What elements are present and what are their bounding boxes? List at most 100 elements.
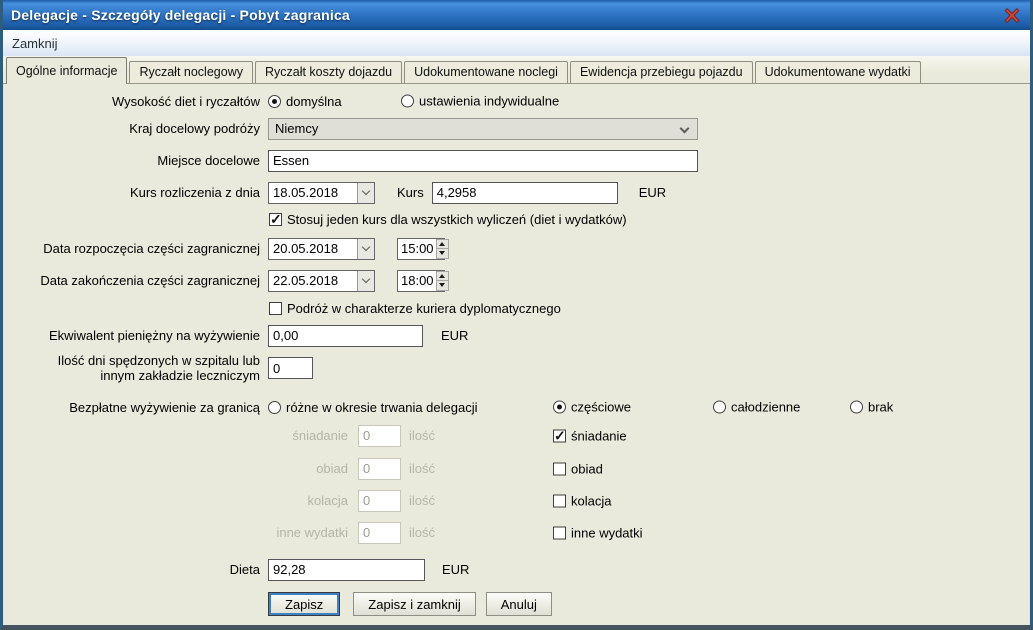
country-select[interactable]: Niemcy [268,118,698,140]
save-button[interactable]: Zapisz [268,592,340,616]
row-single-rate: Stosuj jeden kurs dla wszystkich wylicze… [3,211,1030,227]
dieta-currency-label: EUR [442,562,469,577]
title-bar: Delegacje - Szczegóły delegacji - Pobyt … [0,0,1033,30]
tab-ryczalt-koszty-dojazdu[interactable]: Ryczałt koszty dojazdu [255,61,402,83]
radio-default[interactable]: domyślna [268,94,342,109]
lunch-qty-input [358,458,401,480]
destination-label: Miejsce docelowe [3,153,260,168]
dinner-qty-input [358,490,401,512]
row-lunch-qty: obiad ilość obiad [3,457,1030,480]
radio-partial[interactable]: częściowe [553,400,631,415]
row-end-date: Data zakończenia części zagranicznej 22.… [3,269,1030,292]
row-start-date: Data rozpoczęcia części zagranicznej 20.… [3,237,1030,260]
free-meals-label: Bezpłatne wyżywienie za granicą [3,400,260,415]
end-date-dropdown[interactable]: 22.05.2018 [268,270,375,292]
exchange-date-dropdown[interactable]: 18.05.2018 [268,182,375,204]
chevron-down-icon [362,243,370,251]
breakfast-qty-suffix: ilość [409,428,435,443]
exchange-label: Kurs rozliczenia z dnia [3,185,260,200]
rate-label: Kurs [397,185,424,200]
exchange-currency-label: EUR [639,185,666,200]
dinner-qty-suffix: ilość [409,493,435,508]
hospital-days-input[interactable] [268,357,313,379]
dialog-window: Delegacje - Szczegóły delegacji - Pobyt … [0,0,1033,630]
start-date-label: Data rozpoczęcia części zagranicznej [3,241,260,256]
tab-udokumentowane-noclegi[interactable]: Udokumentowane noclegi [404,61,568,83]
hospital-days-label: Ilość dni spędzonych w szpitalu lub inny… [3,353,260,383]
row-exchange: Kurs rozliczenia z dnia 18.05.2018 Kurs … [3,181,1030,204]
end-time-spinner[interactable]: 18:00 [397,270,445,292]
radio-none[interactable]: brak [850,400,893,415]
radio-individual[interactable]: ustawienia indywidualne [401,94,559,109]
radio-fullday-label: całodzienne [731,400,800,415]
breakfast-checkbox-label: śniadanie [571,428,627,443]
triangle-down-icon [439,251,445,255]
end-date-dropdown-button[interactable] [357,271,374,291]
row-breakfast-qty: śniadanie ilość śniadanie [3,424,1030,447]
close-button[interactable] [1002,6,1021,24]
other-qty-input [358,522,401,544]
radio-partial-label: częściowe [571,400,631,415]
spin-up-button[interactable] [436,271,449,282]
start-time-spinner[interactable]: 15:00 [397,238,445,260]
spin-down-button[interactable] [436,281,449,291]
courier-label: Podróż w charakterze kuriera dyplomatycz… [287,301,561,316]
radio-none-label: brak [868,400,893,415]
other-checkbox-icon [553,526,566,539]
triangle-down-icon [439,283,445,287]
radio-varied[interactable]: różne w okresie trwania delegacji [268,400,477,415]
other-checkbox-label: inne wydatki [571,525,643,540]
cancel-button[interactable]: Anuluj [486,592,552,616]
other-qty-label: inne wydatki [3,525,348,540]
spin-up-button[interactable] [436,239,449,250]
row-free-meals: Bezpłatne wyżywienie za granicą różne w … [3,399,1030,415]
lunch-checkbox-label: obiad [571,461,603,476]
row-country: Kraj docelowy podróży Niemcy [3,117,1030,140]
lunch-checkbox[interactable]: obiad [553,461,603,476]
lunch-checkbox-icon [553,462,566,475]
dinner-checkbox[interactable]: kolacja [553,493,611,508]
row-dinner-qty: kolacja ilość kolacja [3,489,1030,512]
tab-ogolne-informacje[interactable]: Ogólne informacje [6,57,127,84]
start-date-dropdown[interactable]: 20.05.2018 [268,238,375,260]
tab-ewidencja-przebiegu-pojazdu[interactable]: Ewidencja przebiegu pojazdu [570,61,753,83]
dieta-input[interactable] [268,559,425,581]
destination-input[interactable] [268,150,698,172]
menu-item-zamknij[interactable]: Zamknij [3,36,67,51]
single-rate-label: Stosuj jeden kurs dla wszystkich wylicze… [287,212,627,227]
radio-fullday[interactable]: całodzienne [713,400,800,415]
chevron-down-icon [362,275,370,283]
radio-partial-icon [553,401,566,414]
dinner-checkbox-icon [553,494,566,507]
lunch-qty-label: obiad [3,461,348,476]
single-rate-checkbox[interactable]: Stosuj jeden kurs dla wszystkich wylicze… [269,212,627,227]
tab-ryczalt-noclegowy[interactable]: Ryczałt noclegowy [129,61,253,83]
tab-strip: Ogólne informacje Ryczałt noclegowy Rycz… [3,56,1030,84]
dieta-label: Dieta [3,562,260,577]
radio-none-icon [850,401,863,414]
save-and-close-button[interactable]: Zapisz i zamknij [353,592,475,616]
radio-default-label: domyślna [286,94,342,109]
spin-down-button[interactable] [436,249,449,259]
country-label: Kraj docelowy podróży [3,121,260,136]
food-equivalent-input[interactable] [268,325,423,347]
exchange-date-dropdown-button[interactable] [357,183,374,203]
row-courier: Podróż w charakterze kuriera dyplomatycz… [3,300,1030,316]
lunch-qty-suffix: ilość [409,461,435,476]
radio-individual-icon [401,95,414,108]
start-date-dropdown-button[interactable] [357,239,374,259]
rate-input[interactable] [432,182,618,204]
breakfast-checkbox[interactable]: śniadanie [553,428,627,443]
row-food-equivalent: Ekwiwalent pieniężny na wyżywienie EUR [3,324,1030,347]
triangle-up-icon [439,274,445,278]
end-date-label: Data zakończenia części zagranicznej [3,273,260,288]
menu-bar: Zamknij [3,30,1030,56]
other-checkbox[interactable]: inne wydatki [553,525,643,540]
end-time-spin-buttons [436,271,449,291]
row-hospital-days: Ilość dni spędzonych w szpitalu lub inny… [3,351,1030,385]
radio-varied-label: różne w okresie trwania delegacji [286,400,477,415]
breakfast-qty-label: śniadanie [3,428,348,443]
courier-checkbox[interactable]: Podróż w charakterze kuriera dyplomatycz… [269,301,561,316]
tab-udokumentowane-wydatki[interactable]: Udokumentowane wydatki [755,61,921,83]
triangle-up-icon [439,242,445,246]
